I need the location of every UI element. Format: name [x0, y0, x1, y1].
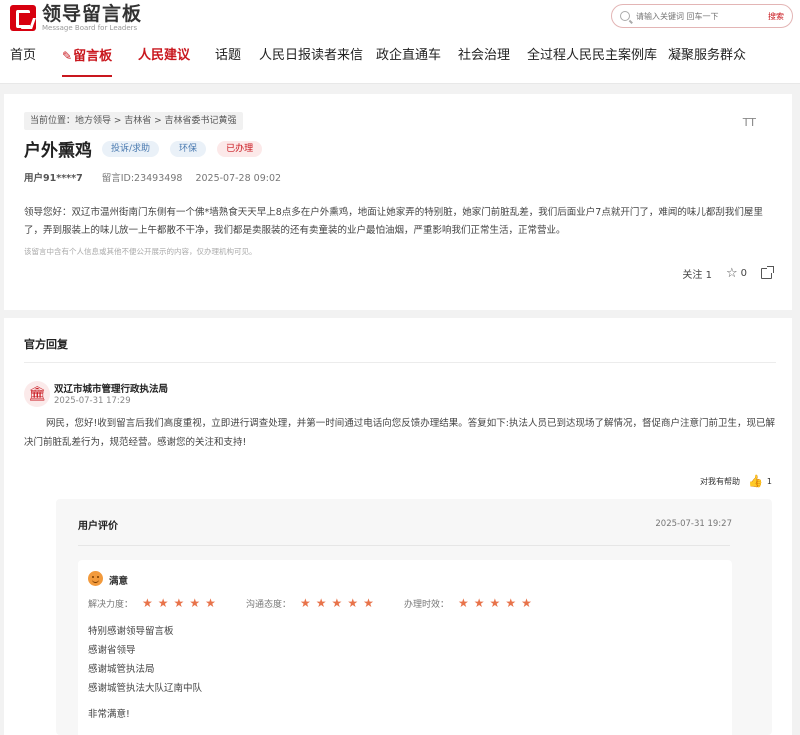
favorite-button[interactable]: ☆ 0 — [726, 266, 747, 281]
user-evaluation: 用户评价 2025-07-31 19:27 满意 解决力度： ★ ★ ★ ★ ★ 沟通态… — [56, 499, 772, 735]
evaluation-comments: 特别感谢领导留言板 感谢省领导 感谢城管执法局 感谢城管执法大队辽南中队 — [88, 622, 202, 698]
search-icon — [620, 11, 630, 21]
star-icon: ★ — [505, 596, 517, 610]
tag-complaint: 投诉/求助 — [102, 140, 160, 157]
rating-stars: ★ ★ ★ ★ ★ — [137, 596, 216, 610]
star-icon: ★ — [189, 596, 201, 610]
nav-democracy-cases[interactable]: 全过程人民民主案例库 — [527, 44, 657, 68]
ratings: 解决力度： ★ ★ ★ ★ ★ 沟通态度： ★ ★ ★ ★ ★ 办理时效： ★ ★ ★ ★ ★ — [88, 596, 562, 610]
nav-reader-letters[interactable]: 人民日报读者来信 — [259, 44, 363, 68]
title-row: 户外熏鸡 投诉/求助 环保 已办理 — [24, 136, 273, 161]
rating-timeliness: 办理时效： ★ ★ ★ ★ ★ — [404, 596, 562, 610]
search-button[interactable]: 搜索 — [768, 11, 784, 22]
comment-line: 感谢城管执法局 — [88, 664, 155, 675]
section-title: 官方回复 — [24, 338, 68, 351]
star-icon: ★ — [142, 596, 153, 610]
site-logo[interactable]: 领导留言板 Message Board for Leaders — [10, 4, 142, 32]
star-icon: ★ — [458, 596, 469, 610]
helpful-label: 对我有帮助 — [699, 476, 740, 486]
star-icon: ★ — [363, 596, 374, 610]
rating-label: 沟通态度： — [246, 599, 292, 610]
message-card: 当前位置：地方领导 > 吉林省 > 吉林省委书记黄强 TT 户外熏鸡 投诉/求助… — [4, 94, 792, 310]
message-user: 用户91****7 — [24, 173, 83, 184]
rating-stars: ★ ★ ★ ★ ★ — [295, 596, 374, 610]
message-time: 2025-07-28 09:02 — [195, 173, 282, 184]
helpful-count: 1 — [766, 476, 772, 486]
nav-enterprise-express[interactable]: 政企直通车 — [376, 44, 441, 68]
share-button[interactable] — [761, 266, 774, 279]
message-actions: 关注 1 ☆ 0 — [668, 266, 774, 281]
evaluation-body: 满意 解决力度： ★ ★ ★ ★ ★ 沟通态度： ★ ★ ★ ★ ★ 办理时效： ★ ★ ★ ★ ★ 特… — [78, 560, 732, 735]
evaluation-time: 2025-07-31 19:27 — [655, 519, 732, 529]
logo-icon — [10, 5, 36, 31]
message-content: 领导您好：双辽市温州街南门东侧有一个佛*墙熟食天天早上8点多在户外熏鸡，地面让她… — [24, 207, 763, 236]
logo-title: 领导留言板 — [42, 3, 143, 25]
logo-subtitle: Message Board for Leaders — [42, 24, 138, 32]
rating-communication: 沟通态度： ★ ★ ★ ★ ★ — [246, 596, 404, 610]
comment-line: 特别感谢领导留言板 — [88, 626, 174, 637]
comment-line: 感谢城管执法大队辽南中队 — [88, 683, 203, 694]
message-title: 户外熏鸡 — [24, 141, 92, 161]
smiley-icon — [88, 571, 103, 586]
edit-icon: ✎ — [62, 49, 73, 63]
tag-environment: 环保 — [170, 140, 207, 157]
site-header: 领导留言板 Message Board for Leaders 搜索 首页 ✎留… — [0, 0, 800, 84]
message-meta: 用户91****7 留言ID:23493498 2025-07-28 09:02 — [24, 170, 281, 184]
rating-label: 解决力度： — [88, 599, 134, 610]
follow-button[interactable]: 关注 1 — [682, 266, 712, 281]
status-badge: 已办理 — [217, 140, 263, 157]
satisfaction-label: 满意 — [109, 576, 129, 587]
search-input[interactable] — [636, 11, 748, 21]
font-size-icon[interactable]: TT — [743, 116, 756, 129]
star-icon: ★ — [173, 596, 185, 610]
privacy-disclaimer: 该留言中含有个人信息或其他不便公开展示的内容，仅办理机构可见。 — [24, 247, 257, 256]
department-name: 双辽市城市管理行政执法局 — [54, 384, 169, 395]
star-icon: ★ — [315, 596, 327, 610]
nav-home[interactable]: 首页 — [10, 44, 36, 68]
main-nav: 首页 ✎留言板 人民建议 话题 人民日报读者来信 政企直通车 社会治理 全过程人… — [0, 44, 800, 77]
divider — [78, 545, 730, 546]
comment-final: 非常满意! — [88, 709, 130, 720]
evaluation-title: 用户评价 — [78, 521, 118, 532]
star-icon: ★ — [521, 596, 532, 610]
star-icon: ★ — [157, 596, 169, 610]
star-icon: ★ — [473, 596, 485, 610]
rating-label: 办理时效： — [404, 599, 450, 610]
search-box: 搜索 — [611, 4, 793, 28]
star-icon: ☆ — [725, 266, 738, 281]
star-icon: ★ — [300, 596, 311, 610]
nav-topics[interactable]: 话题 — [215, 44, 241, 68]
thumbs-up-icon: 👍 — [747, 474, 763, 488]
nav-people-suggestions[interactable]: 人民建议 — [138, 44, 190, 68]
government-building-icon: 🏛 — [24, 381, 50, 407]
rating-stars: ★ ★ ★ ★ ★ — [453, 596, 532, 610]
star-icon: ★ — [347, 596, 359, 610]
rating-resolution: 解决力度： ★ ★ ★ ★ ★ — [88, 596, 246, 610]
star-icon: ★ — [205, 596, 216, 610]
reply-card: 官方回复 🏛 双辽市城市管理行政执法局 2025-07-31 17:29 网民，… — [4, 318, 792, 735]
message-id: 留言ID:23493498 — [101, 173, 183, 184]
star-icon: ★ — [489, 596, 501, 610]
breadcrumb[interactable]: 当前位置：地方领导 > 吉林省 > 吉林省委书记黄强 — [24, 112, 243, 130]
nav-message-board[interactable]: ✎留言板 — [62, 44, 113, 77]
reply-content: 网民，您好!收到留言后我们高度重视，立即进行调查处理，并第一时间通过电话向您反馈… — [24, 418, 776, 448]
star-icon: ★ — [331, 596, 343, 610]
comment-line: 感谢省领导 — [88, 645, 136, 656]
nav-serve-public[interactable]: 凝聚服务群众 — [668, 44, 746, 68]
divider — [24, 362, 776, 363]
reply-time: 2025-07-31 17:29 — [54, 396, 131, 406]
nav-social-governance[interactable]: 社会治理 — [458, 44, 510, 68]
share-icon — [761, 266, 774, 279]
helpful-button[interactable]: 对我有帮助 👍 1 — [700, 474, 772, 488]
